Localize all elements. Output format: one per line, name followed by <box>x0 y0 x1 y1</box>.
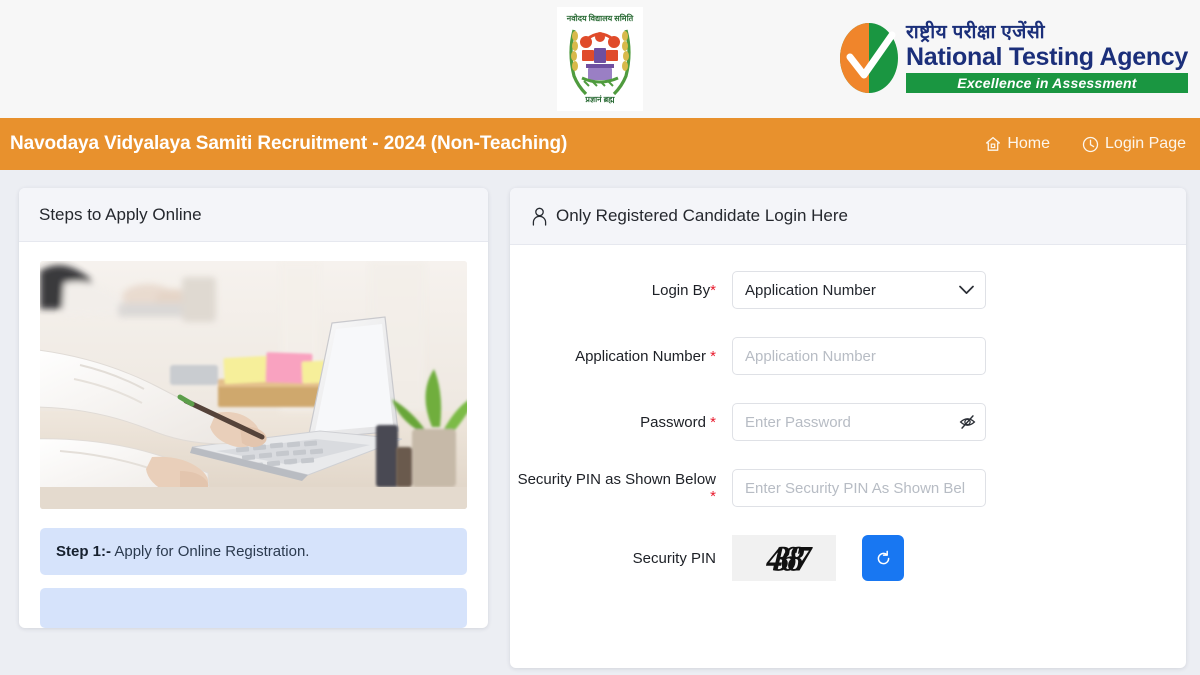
login-card: Only Registered Candidate Login Here Log… <box>510 188 1186 668</box>
application-number-field-wrap <box>732 337 986 375</box>
home-icon <box>986 136 1001 151</box>
steps-card: Steps to Apply Online Step 1:- Apply for… <box>19 188 488 628</box>
refresh-captcha-button[interactable] <box>862 535 904 581</box>
login-by-field-wrap: Application Number <box>732 271 986 309</box>
required-asterisk: * <box>710 347 716 365</box>
nav-link-home-label: Home <box>1007 135 1051 152</box>
login-by-row: Login By* Application Number <box>510 271 1186 309</box>
security-pin-input-label: Security PIN as Shown Below * <box>517 471 716 505</box>
nta-tagline: Excellence in Assessment <box>905 73 1188 94</box>
captcha-value: 43687 <box>765 537 803 578</box>
password-label: Password * <box>640 413 716 431</box>
clock-icon <box>1082 136 1099 152</box>
nav-link-home[interactable]: Home <box>985 135 1050 153</box>
navbar-links: Home Login Page <box>985 135 1186 153</box>
step-item-1: Step 1:- Apply for Online Registration. <box>40 528 467 575</box>
password-field-wrap <box>732 403 986 441</box>
eye-slash-icon <box>959 415 976 429</box>
refresh-icon <box>877 550 889 564</box>
login-by-label: Login By* <box>651 281 716 299</box>
captcha-image: 43687 <box>732 535 836 581</box>
svg-text:नवोदय विद्यालय समिति: नवोदय विद्यालय समिति <box>566 13 634 23</box>
nav-link-login-page-label: Login Page <box>1105 135 1186 152</box>
application-number-input[interactable] <box>732 337 986 375</box>
main-navbar: Navodaya Vidyalaya Samiti Recruitment - … <box>0 118 1200 170</box>
nta-hindi-text: राष्ट्रीय परीक्षा एजेंसी <box>905 21 1046 43</box>
nta-english-text: National Testing Agency <box>905 42 1188 71</box>
login-card-title: Only Registered Candidate Login Here <box>556 206 849 225</box>
security-pin-input[interactable] <box>732 469 986 507</box>
svg-text:प्रज्ञानं ब्रह्म: प्रज्ञानं ब्रह्म <box>584 95 615 104</box>
security-pin-input-row: Security PIN as Shown Below * <box>510 469 1186 507</box>
steps-card-title: Steps to Apply Online <box>39 205 202 224</box>
step-item-1-label: Step 1:- <box>56 543 112 560</box>
nvs-emblem-icon: नवोदय विद्यालय समिति प्रज्ञानं ब्रह्म <box>566 13 634 104</box>
password-input[interactable] <box>732 403 986 441</box>
step-item-1-text: Apply for Online Registration. <box>111 543 310 560</box>
login-by-select[interactable]: Application Number <box>732 271 986 309</box>
required-asterisk: * <box>710 413 716 431</box>
nav-link-login-page[interactable]: Login Page <box>1082 135 1186 153</box>
security-pin-captcha-label: Security PIN <box>632 549 716 567</box>
step-item-2 <box>40 588 467 628</box>
application-number-row: Application Number * <box>510 337 1186 375</box>
toggle-password-visibility-button[interactable] <box>959 414 976 431</box>
nta-checkmark-icon <box>839 23 898 93</box>
application-number-label: Application Number * <box>575 347 716 365</box>
nta-logo: राष्ट्रीय परीक्षा एजेंसी National Testin… <box>838 8 1188 108</box>
top-logo-bar: नवोदय विद्यालय समिति प्रज्ञानं ब्रह्म रा… <box>0 0 1200 118</box>
page-title: Navodaya Vidyalaya Samiti Recruitment - … <box>10 133 568 154</box>
required-asterisk: * <box>710 488 716 505</box>
nvs-emblem-logo: नवोदय विद्यालय समिति प्रज्ञानं ब्रह्म <box>557 7 643 111</box>
person-icon <box>532 207 547 226</box>
laptop-typing-photo <box>40 261 467 509</box>
main-content: Steps to Apply Online Step 1:- Apply for… <box>0 170 1200 668</box>
required-asterisk: * <box>710 281 716 299</box>
hero-image <box>40 261 467 509</box>
steps-card-header: Steps to Apply Online <box>19 188 488 242</box>
login-card-header: Only Registered Candidate Login Here <box>510 188 1186 245</box>
security-pin-field-wrap <box>732 469 986 507</box>
password-row: Password * <box>510 403 1186 441</box>
security-pin-captcha-row: Security PIN 43687 <box>510 535 1186 581</box>
login-form: Login By* Application Number Application… <box>510 245 1186 581</box>
steps-card-body: Step 1:- Apply for Online Registration. <box>19 242 488 628</box>
